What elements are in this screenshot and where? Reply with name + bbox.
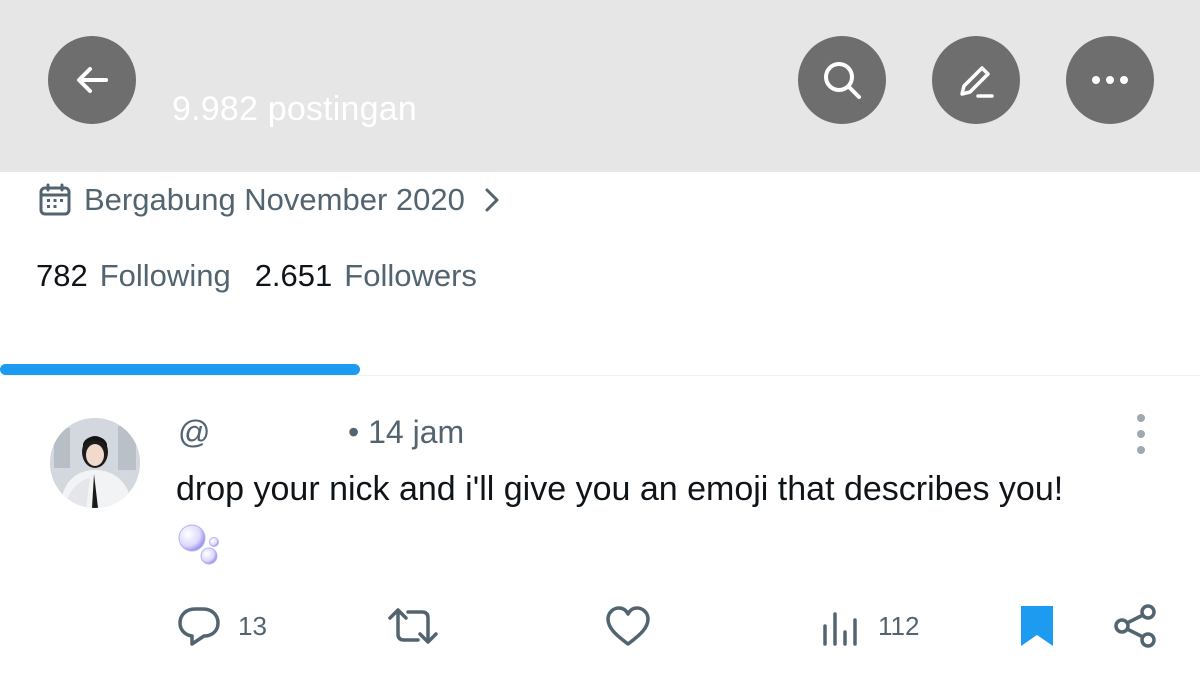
search-icon (824, 62, 861, 99)
calendar-icon (39, 183, 71, 216)
edit-button[interactable] (932, 36, 1020, 124)
followers-link[interactable]: 2.651 Followers (255, 258, 477, 294)
followers-count: 2.651 (254, 258, 333, 293)
active-tab-indicator (0, 364, 360, 375)
search-button[interactable] (798, 36, 886, 124)
heart-icon (606, 606, 650, 646)
bookmark-button[interactable] (1016, 596, 1058, 656)
retweet-icon (388, 608, 438, 644)
back-button[interactable] (48, 36, 136, 124)
tweet-handle[interactable]: @ (178, 414, 348, 451)
views-count: 112 (878, 610, 920, 641)
tab-divider (0, 375, 1200, 376)
avatar[interactable] (50, 418, 140, 508)
follow-stats: 782 Following 2.651 Followers (36, 258, 477, 294)
pencil-icon (960, 66, 994, 98)
arrow-left-icon (77, 67, 108, 93)
more-horizontal-icon (1092, 76, 1128, 84)
share-icon (1114, 604, 1156, 648)
reply-icon (178, 607, 220, 646)
share-button[interactable] (1112, 596, 1158, 656)
join-date-label: Bergabung November 2020 (84, 182, 465, 217)
following-count: 782 (36, 258, 88, 293)
join-date[interactable]: Bergabung November 2020 (38, 178, 503, 222)
reply-count: 13 (238, 610, 267, 641)
more-button[interactable] (1066, 36, 1154, 124)
tweet-time[interactable]: • 14 jam (348, 414, 464, 451)
analytics-icon (823, 612, 857, 646)
chevron-right-icon (485, 188, 499, 212)
retweet-button[interactable] (386, 596, 456, 656)
following-label: Following (99, 258, 231, 293)
tweet-actions: 13 112 (0, 596, 1200, 656)
tweet-text: drop your nick and i'll give you an emoj… (176, 470, 1064, 508)
dot (1137, 430, 1145, 438)
bubbles-emoji-icon (178, 524, 219, 565)
reply-button[interactable]: 13 (176, 596, 267, 656)
avatar-photo (50, 418, 140, 508)
profile-header-bar: 9.982 postingan (0, 0, 1200, 172)
following-link[interactable]: 782 Following (36, 258, 231, 294)
bookmark-filled-icon (1021, 606, 1053, 646)
like-button[interactable] (604, 596, 668, 656)
tweet-header: @ • 14 jam (178, 410, 464, 454)
post-count: 9.982 postingan (172, 90, 417, 128)
views-button[interactable]: 112 (820, 596, 919, 656)
tweet-more-button[interactable] (1128, 414, 1154, 454)
dot (1137, 446, 1145, 454)
followers-label: Followers (344, 258, 477, 293)
dot (1137, 414, 1145, 422)
